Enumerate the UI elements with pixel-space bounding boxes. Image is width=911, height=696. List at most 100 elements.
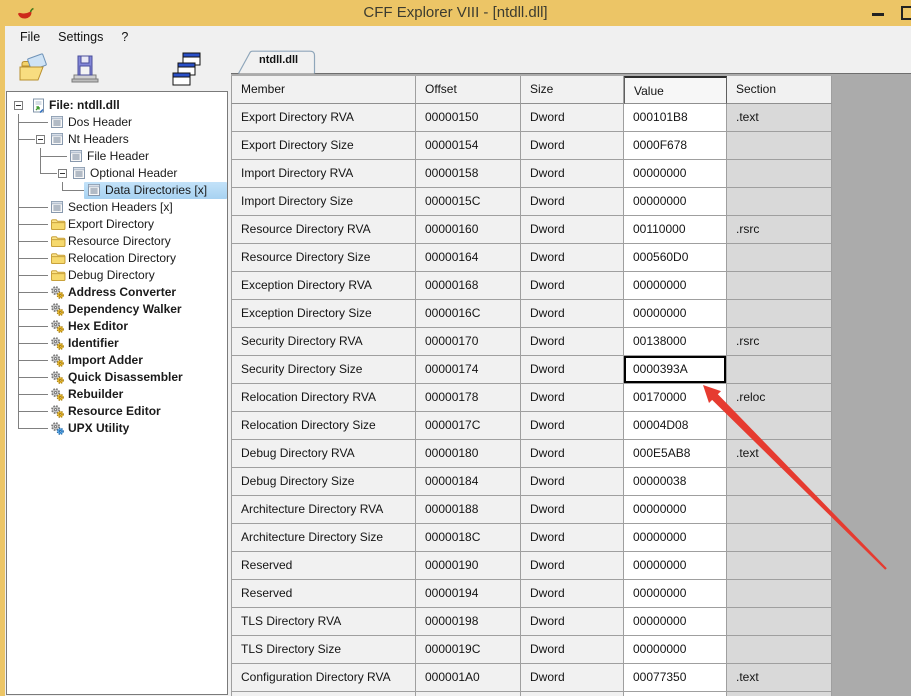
cell-size[interactable]: Dword xyxy=(521,440,624,468)
cell-value[interactable]: 0000F678 xyxy=(624,132,727,160)
cell-section[interactable]: .text xyxy=(727,440,832,468)
cell-size[interactable]: Dword xyxy=(521,300,624,328)
cell-value[interactable]: 00110000 xyxy=(624,216,727,244)
cell-section[interactable]: .rsrc xyxy=(727,216,832,244)
cell-offset[interactable]: 00000174 xyxy=(416,356,521,384)
tree-item-section-headers-x[interactable]: Section Headers [x] xyxy=(7,199,227,216)
column-header-offset[interactable]: Offset xyxy=(416,76,521,104)
tree-item-resource-editor[interactable]: Resource Editor xyxy=(7,403,227,420)
column-header-section[interactable]: Section xyxy=(727,76,832,104)
column-header-member[interactable]: Member xyxy=(231,76,416,104)
open-file-button[interactable] xyxy=(18,51,52,89)
tree-item-relocation-directory[interactable]: Relocation Directory xyxy=(7,250,227,267)
tree-item-nt-headers[interactable]: Nt Headers xyxy=(7,131,227,148)
cell-size[interactable]: Dword xyxy=(521,412,624,440)
cell-offset[interactable]: 0000015C xyxy=(416,188,521,216)
cell-section[interactable] xyxy=(727,160,832,188)
cell-section[interactable] xyxy=(727,272,832,300)
cell-offset[interactable]: 0000019C xyxy=(416,636,521,664)
menu-item-file[interactable]: File xyxy=(11,26,49,48)
cell-offset[interactable]: 00000180 xyxy=(416,440,521,468)
cell-section[interactable] xyxy=(727,552,832,580)
menu-item-[interactable]: ? xyxy=(112,26,137,48)
cell-offset[interactable]: 00000164 xyxy=(416,244,521,272)
cell-value[interactable]: 00000000 xyxy=(624,636,727,664)
tree-item-file-ntdll-dll[interactable]: File: ntdll.dll xyxy=(7,97,227,114)
cell-section[interactable] xyxy=(727,636,832,664)
cascade-windows-button[interactable] xyxy=(170,51,204,89)
cell-value[interactable]: 000E5AB8 xyxy=(624,440,727,468)
cell-value[interactable]: 00004D08 xyxy=(624,412,727,440)
tree-expand-box[interactable] xyxy=(14,101,23,110)
cell-size[interactable]: Dword xyxy=(521,160,624,188)
cell-value[interactable]: 00170000 xyxy=(624,384,727,412)
tree-item-dos-header[interactable]: Dos Header xyxy=(7,114,227,131)
tree-item-rebuilder[interactable]: Rebuilder xyxy=(7,386,227,403)
tree-item-debug-directory[interactable]: Debug Directory xyxy=(7,267,227,284)
tree-item-hex-editor[interactable]: Hex Editor xyxy=(7,318,227,335)
cell-value[interactable]: 00000000 xyxy=(624,300,727,328)
tree-item-dependency-walker[interactable]: Dependency Walker xyxy=(7,301,227,318)
cell-offset[interactable]: 0000017C xyxy=(416,412,521,440)
minimize-button[interactable] xyxy=(872,13,884,16)
cell-offset[interactable]: 0000016C xyxy=(416,300,521,328)
tree-item-file-header[interactable]: File Header xyxy=(7,148,227,165)
cell-value[interactable]: 00000000 xyxy=(624,552,727,580)
tree-item-data-directories-x[interactable]: Data Directories [x] xyxy=(7,182,227,199)
tree-item-identifier[interactable]: Identifier xyxy=(7,335,227,352)
cell-section[interactable] xyxy=(727,356,832,384)
tree-item-optional-header[interactable]: Optional Header xyxy=(7,165,227,182)
cell-section[interactable]: .reloc xyxy=(727,384,832,412)
cell-section[interactable]: .text xyxy=(727,664,832,692)
cell-offset[interactable]: 00000178 xyxy=(416,384,521,412)
cell-section[interactable] xyxy=(727,300,832,328)
cell-section[interactable] xyxy=(727,244,832,272)
cell-offset[interactable]: 00000158 xyxy=(416,160,521,188)
cell-offset[interactable]: 00000150 xyxy=(416,104,521,132)
cell-value[interactable]: 00000000 xyxy=(624,608,727,636)
tree-expand-box[interactable] xyxy=(58,169,67,178)
cell-section[interactable]: .text xyxy=(727,104,832,132)
cell-section[interactable] xyxy=(727,580,832,608)
tree-item-export-directory[interactable]: Export Directory xyxy=(7,216,227,233)
cell-section[interactable] xyxy=(727,132,832,160)
save-file-button[interactable] xyxy=(68,51,102,89)
tree-item-address-converter[interactable]: Address Converter xyxy=(7,284,227,301)
cell-value[interactable]: 00000000 xyxy=(624,496,727,524)
cell-value[interactable]: 000101B8 xyxy=(624,104,727,132)
cell-size[interactable]: Dword xyxy=(521,216,624,244)
maximize-button[interactable] xyxy=(901,6,911,20)
tree-item-quick-disassembler[interactable]: Quick Disassembler xyxy=(7,369,227,386)
cell-size[interactable]: Dword xyxy=(521,132,624,160)
cell-section[interactable] xyxy=(727,496,832,524)
cell-offset[interactable]: 00000154 xyxy=(416,132,521,160)
cell-value[interactable]: 0000393A xyxy=(624,356,727,384)
menu-item-settings[interactable]: Settings xyxy=(49,26,112,48)
cell-offset[interactable]: 00000194 xyxy=(416,580,521,608)
cell-size[interactable]: Dword xyxy=(521,636,624,664)
cell-value[interactable]: 00138000 xyxy=(624,328,727,356)
cell-value[interactable]: 00000000 xyxy=(624,188,727,216)
cell-section[interactable] xyxy=(727,412,832,440)
cell-value[interactable]: 00000000 xyxy=(624,272,727,300)
cell-offset[interactable]: 000001A0 xyxy=(416,664,521,692)
cell-value[interactable]: 00000000 xyxy=(624,524,727,552)
cell-section[interactable] xyxy=(727,524,832,552)
tree-expand-box[interactable] xyxy=(36,135,45,144)
cell-offset[interactable]: 0000018C xyxy=(416,524,521,552)
tree-item-resource-directory[interactable]: Resource Directory xyxy=(7,233,227,250)
cell-offset[interactable]: 00000188 xyxy=(416,496,521,524)
cell-value[interactable]: 00000038 xyxy=(624,468,727,496)
cell-size[interactable]: Dword xyxy=(521,496,624,524)
cell-size[interactable]: Dword xyxy=(521,244,624,272)
cell-section[interactable] xyxy=(727,608,832,636)
cell-section[interactable]: .rsrc xyxy=(727,328,832,356)
cell-size[interactable]: Dword xyxy=(521,328,624,356)
cell-size[interactable]: Dword xyxy=(521,468,624,496)
cell-offset[interactable]: 00000160 xyxy=(416,216,521,244)
cell-offset[interactable]: 00000184 xyxy=(416,468,521,496)
cell-value[interactable]: 000560D0 xyxy=(624,244,727,272)
cell-offset[interactable]: 00000170 xyxy=(416,328,521,356)
column-header-value[interactable]: Value xyxy=(624,76,727,104)
cell-offset[interactable]: 00000168 xyxy=(416,272,521,300)
